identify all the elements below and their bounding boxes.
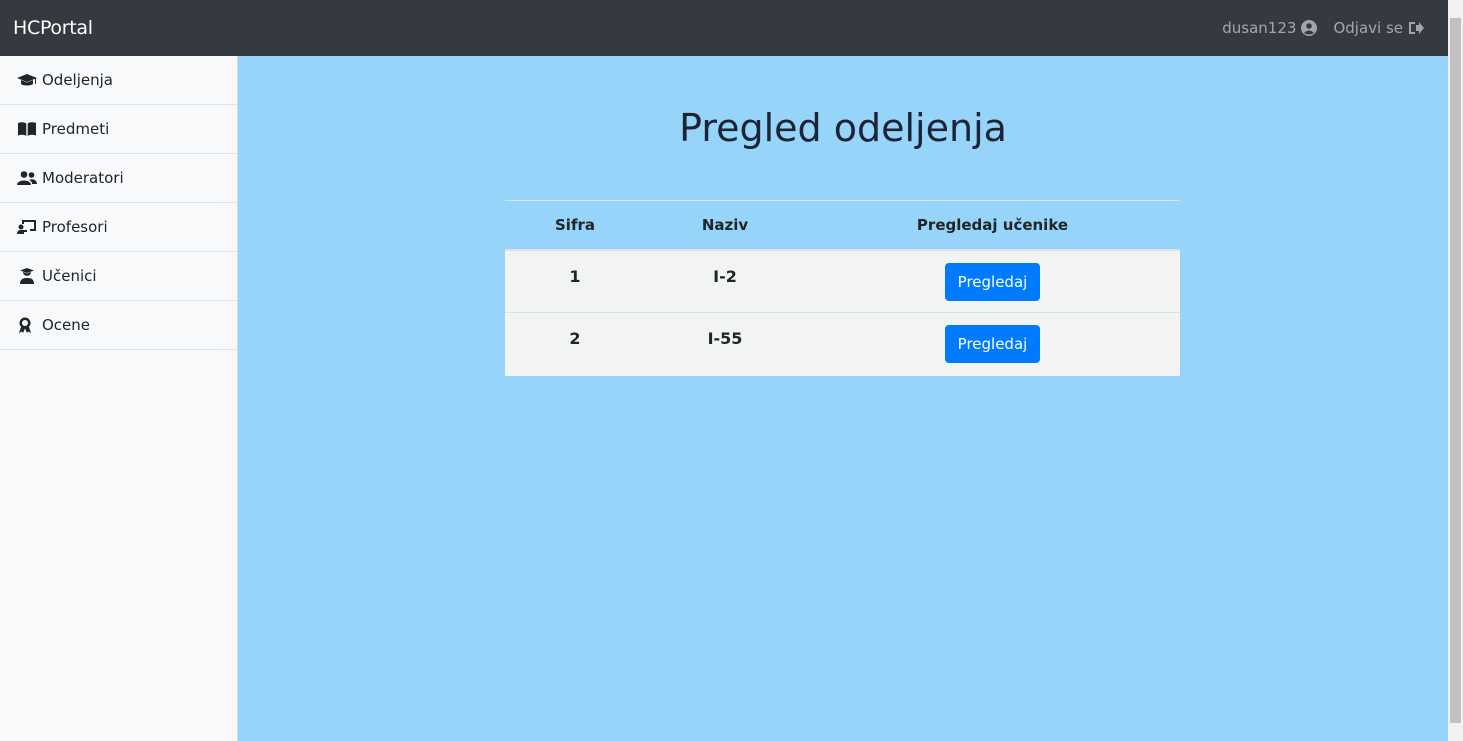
award-icon xyxy=(19,317,31,333)
brand-logo[interactable]: HCPortal xyxy=(13,17,93,39)
cell-naziv: I-2 xyxy=(645,249,805,313)
sidebar: Odeljenja Predmeti Moderatori Profesori … xyxy=(0,56,238,741)
logout-link[interactable]: Odjavi se xyxy=(1333,19,1424,37)
cell-naziv: I-55 xyxy=(645,312,805,376)
chalkboard-teacher-icon xyxy=(17,220,36,234)
nav-right: dusan123 Odjavi se xyxy=(1222,19,1424,37)
sidebar-item-odeljenja[interactable]: Odeljenja xyxy=(0,56,237,105)
logout-label: Odjavi se xyxy=(1333,19,1403,37)
cell-sifra: 2 xyxy=(505,312,645,376)
top-navbar: HCPortal dusan123 Odjavi se xyxy=(0,0,1448,56)
sidebar-item-predmeti[interactable]: Predmeti xyxy=(0,105,237,154)
cell-action: Pregledaj xyxy=(805,249,1180,313)
column-header-naziv: Naziv xyxy=(645,200,805,251)
column-header-pregledaj: Pregledaj učenike xyxy=(805,200,1180,251)
sidebar-item-label: Predmeti xyxy=(42,120,110,138)
user-graduate-icon xyxy=(20,268,34,284)
cell-action: Pregledaj xyxy=(805,312,1180,376)
sidebar-item-ucenici[interactable]: Učenici xyxy=(0,252,237,301)
cell-sifra: 1 xyxy=(505,249,645,313)
pregledaj-button[interactable]: Pregledaj xyxy=(944,325,1041,363)
scrollbar-thumb[interactable] xyxy=(1450,18,1461,723)
main-content: Pregled odeljenja Sifra Naziv Pregledaj … xyxy=(238,56,1448,741)
username: dusan123 xyxy=(1222,19,1297,37)
sidebar-item-profesori[interactable]: Profesori xyxy=(0,203,237,252)
sidebar-item-label: Profesori xyxy=(42,218,108,236)
table-row: 1 I-2 Pregledaj xyxy=(505,249,1180,313)
sign-out-icon xyxy=(1409,22,1424,34)
table-header-row: Sifra Naziv Pregledaj učenike xyxy=(505,200,1180,251)
users-icon xyxy=(17,171,37,185)
sidebar-item-label: Učenici xyxy=(42,267,97,285)
odeljenja-table: Sifra Naziv Pregledaj učenike 1 I-2 Preg… xyxy=(505,200,1180,376)
user-circle-icon xyxy=(1301,20,1318,36)
sidebar-item-label: Ocene xyxy=(42,316,91,334)
pregledaj-button[interactable]: Pregledaj xyxy=(944,262,1041,301)
page-title: Pregled odeljenja xyxy=(679,106,1007,150)
graduation-cap-icon xyxy=(17,74,37,86)
sidebar-item-ocene[interactable]: Ocene xyxy=(0,301,237,350)
sidebar-item-moderatori[interactable]: Moderatori xyxy=(0,154,237,203)
book-open-icon xyxy=(18,122,36,136)
table-row: 2 I-55 Pregledaj xyxy=(505,312,1180,376)
sidebar-item-label: Moderatori xyxy=(42,169,124,187)
user-profile-link[interactable]: dusan123 xyxy=(1222,19,1318,37)
vertical-scrollbar[interactable] xyxy=(1448,0,1463,741)
column-header-sifra: Sifra xyxy=(505,200,645,251)
sidebar-item-label: Odeljenja xyxy=(42,71,113,89)
